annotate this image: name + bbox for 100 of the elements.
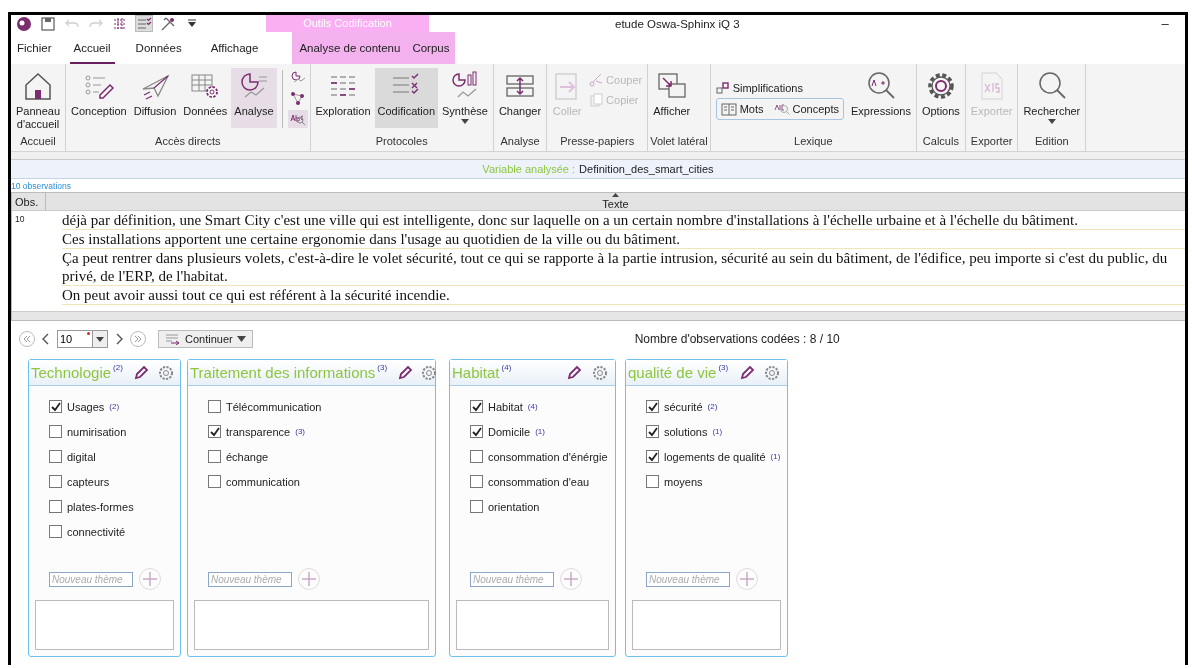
ribbon-button[interactable]: Afficher (650, 68, 694, 128)
checkbox-label: plates-formes (67, 500, 134, 513)
checkbox[interactable] (470, 425, 483, 438)
pencil-icon (738, 364, 755, 381)
variable-label: Variable analysée : (482, 163, 576, 175)
checkbox[interactable] (49, 450, 62, 463)
checkbox[interactable] (646, 475, 659, 488)
checkbox[interactable] (49, 475, 62, 488)
settings-icon (592, 364, 608, 381)
checkbox-label: logements de qualité (664, 450, 766, 463)
ribbon-button[interactable]: Simplifications (715, 80, 844, 96)
settings-button[interactable] (157, 363, 174, 382)
checkbox-label: transparence (226, 425, 291, 438)
checkbox[interactable] (208, 450, 221, 463)
note-field[interactable] (632, 600, 781, 650)
checkbox-label: digital (67, 450, 96, 463)
code-count: (1) (712, 427, 723, 436)
gear-icon (925, 71, 956, 101)
spellcheck-icon (289, 112, 306, 126)
grid-icon (112, 15, 128, 32)
tools-icon (160, 15, 176, 32)
tool-button[interactable] (287, 110, 308, 128)
new-theme-field[interactable]: Nouveau thème (49, 571, 133, 587)
settings-button[interactable] (421, 363, 438, 382)
ribbon-tab[interactable]: Affichage (206, 32, 263, 64)
checkbox[interactable] (208, 425, 221, 438)
checkbox-label: Usages (67, 400, 105, 413)
edit-button[interactable] (397, 363, 414, 382)
chart-icon (289, 70, 306, 84)
pencil-icon (397, 364, 414, 381)
ribbon-button[interactable]: Codification (374, 68, 439, 128)
checkbox[interactable] (646, 450, 659, 463)
code-count: (1) (770, 452, 781, 461)
tools-button[interactable] (159, 15, 177, 32)
ribbon-button[interactable]: Changer (495, 68, 545, 128)
scrollbar[interactable] (12, 311, 1185, 320)
edit-button[interactable] (132, 363, 150, 382)
ribbon-button[interactable]: Exploration (312, 68, 374, 128)
checkbox-label: connectivité (67, 525, 126, 538)
checkbox[interactable] (470, 475, 483, 488)
checkbox[interactable] (49, 400, 62, 413)
dropdown-button[interactable] (93, 330, 108, 348)
checkbox-label: consommation d'eau (488, 475, 590, 488)
checkbox[interactable] (470, 450, 483, 463)
checklist-button[interactable] (135, 15, 153, 32)
checkbox[interactable] (208, 400, 221, 413)
checkbox[interactable] (49, 425, 62, 438)
text-paragraph: On peut avoir aussi tout ce qui est référent à la sécurité incendie. (62, 286, 1185, 305)
save-button[interactable] (39, 15, 57, 32)
checkbox[interactable] (470, 400, 483, 413)
new-theme-field[interactable]: Nouveau thème (470, 571, 554, 587)
ribbon-button[interactable]: Diffusion (130, 68, 180, 128)
new-theme-field[interactable]: Nouveau thème (208, 571, 292, 587)
code-count: (3) (295, 427, 305, 436)
app-logo-button[interactable] (15, 15, 33, 32)
ribbon-group-label: Edition (1034, 135, 1070, 149)
ribbon-tab[interactable]: Analyse de contenu (296, 32, 404, 64)
ribbon-button[interactable]: Conception (68, 68, 130, 128)
ribbon-tab[interactable]: Données (131, 32, 186, 64)
checkbox[interactable] (208, 475, 221, 488)
column-header[interactable]: Texte (46, 193, 1185, 210)
column-header[interactable]: Obs. (12, 193, 46, 210)
settings-button[interactable] (763, 363, 781, 382)
minimize-button[interactable]: – (1145, 16, 1185, 31)
ribbon-button[interactable]: Panneau d'accueil (13, 68, 64, 133)
ribbon-button[interactable]: Expressions (848, 68, 914, 128)
ribbon-tab[interactable]: Corpus (409, 32, 453, 64)
ribbon-group-label: Exporter (969, 135, 1014, 149)
checkbox-label: communication (226, 475, 300, 488)
window-title: etude Oswa-Sphinx iQ 3 (615, 17, 741, 30)
checkbox[interactable] (646, 425, 659, 438)
ribbon-button[interactable]: Concepts (773, 101, 839, 117)
observation-field[interactable]: 10 (57, 330, 93, 348)
ribbon-group-label: Analyse (499, 135, 541, 149)
variable-value: Definition_des_smart_cities (579, 163, 714, 175)
ribbon-button[interactable]: Analyse (231, 68, 277, 128)
checkbox[interactable] (470, 500, 483, 513)
text-paragraph: déjà par définition, une Smart City c'est une ville qui est intelligente, donc sur laquelle on a un certain nombre d'installations à l'échelle urbaine et à l'échelle du bâtiment. (62, 211, 1185, 230)
continue-button[interactable]: Continuer (158, 330, 253, 348)
edit-button[interactable] (565, 363, 583, 382)
settings-button[interactable] (591, 363, 609, 382)
checkbox[interactable] (49, 500, 62, 513)
network-icon (289, 91, 306, 105)
ribbon-button[interactable]: Synthèse (439, 68, 491, 128)
note-field[interactable] (194, 600, 429, 650)
edit-button[interactable] (738, 363, 756, 382)
note-field[interactable] (35, 600, 174, 650)
pencil-icon (133, 364, 150, 381)
checkbox[interactable] (646, 400, 659, 413)
settings-icon (157, 364, 174, 381)
code-count: (2) (707, 402, 718, 411)
ribbon-button[interactable]: Données (180, 68, 231, 128)
checkbox-label: orientation (488, 500, 540, 513)
ribbon-button[interactable]: Rechercher (1020, 68, 1084, 128)
ribbon-tab[interactable]: Fichier (13, 32, 56, 64)
new-theme-field[interactable]: Nouveau thème (646, 571, 730, 587)
ribbon-button[interactable]: Options (918, 68, 963, 128)
checkbox[interactable] (49, 525, 62, 538)
note-field[interactable] (456, 600, 609, 650)
ribbon-button[interactable]: Mots (720, 101, 764, 117)
